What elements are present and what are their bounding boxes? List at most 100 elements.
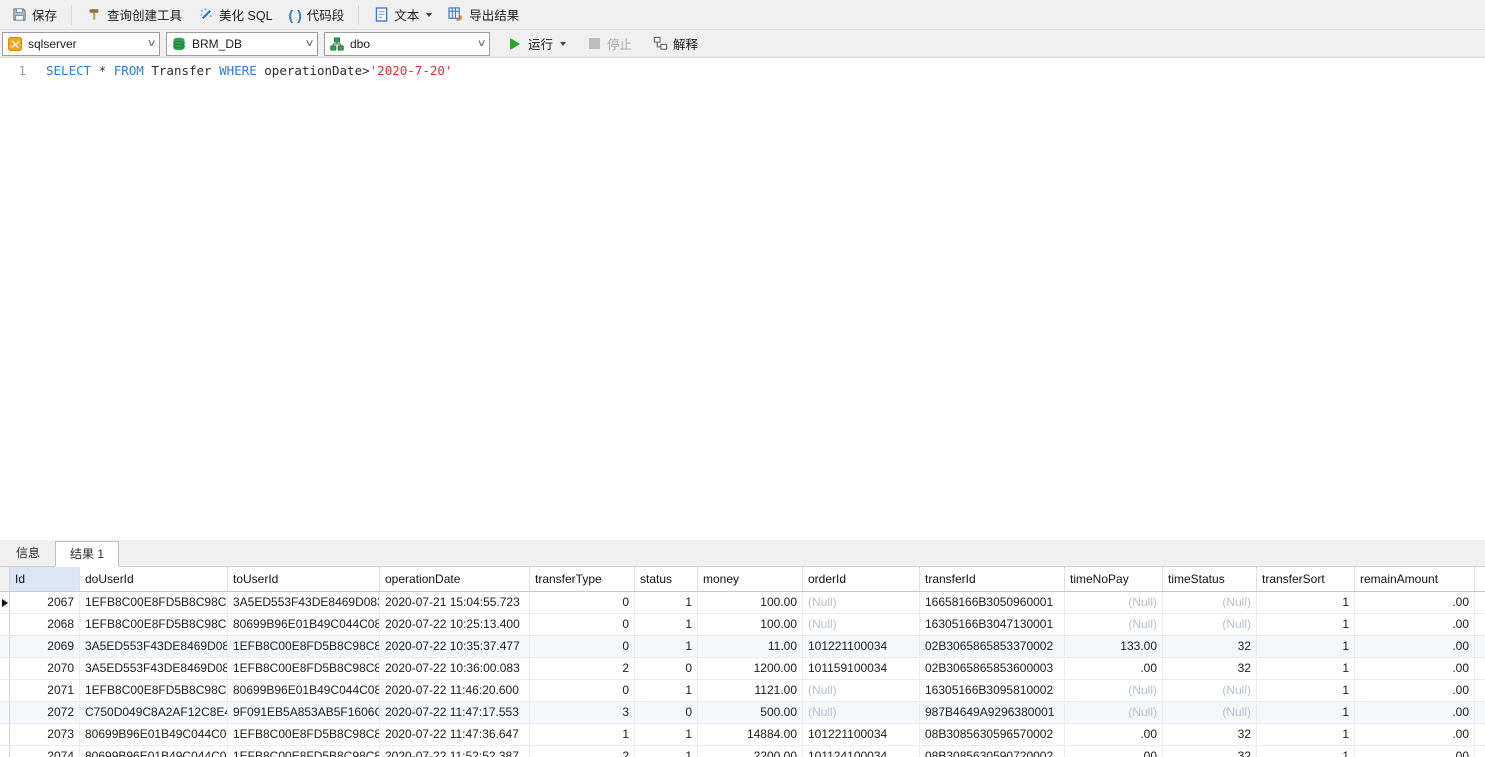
row-gutter[interactable] (0, 746, 10, 757)
table-cell[interactable]: (Null) (1065, 592, 1163, 613)
table-cell[interactable]: 1 (1257, 724, 1355, 745)
table-cell[interactable]: 3A5ED553F43DE8469D083 (228, 592, 380, 613)
explain-button[interactable]: 解释 (645, 31, 705, 56)
table-cell[interactable]: 0 (530, 636, 635, 657)
table-cell[interactable]: 1 (1257, 614, 1355, 635)
column-header-transferId[interactable]: transferId (920, 567, 1065, 591)
code-snippet-button[interactable]: ( ) 代码段 (282, 2, 352, 27)
table-cell[interactable]: 0 (635, 702, 698, 723)
row-gutter[interactable] (0, 702, 10, 723)
table-cell[interactable]: 100.00 (698, 614, 803, 635)
tab-message[interactable]: 信息 (2, 542, 54, 566)
table-cell[interactable]: 101221100034 (803, 724, 920, 745)
table-cell[interactable]: 80699B96E01B49C044C08 (228, 680, 380, 701)
table-cell[interactable]: 80699B96E01B49C044C08 (80, 724, 228, 745)
table-cell[interactable]: 2074 (10, 746, 80, 757)
save-button[interactable]: 保存 (4, 2, 64, 27)
table-cell[interactable]: 1EFB8C00E8FD5B8C98C83 (228, 658, 380, 679)
table-cell[interactable]: 1 (530, 724, 635, 745)
table-cell[interactable]: 101124100034 (803, 746, 920, 757)
row-gutter[interactable] (0, 636, 10, 657)
column-header-remainAmount[interactable]: remainAmount (1355, 567, 1475, 591)
table-cell[interactable]: 2020-07-22 11:47:17.553 (380, 702, 530, 723)
table-cell[interactable]: 2200.00 (698, 746, 803, 757)
table-cell[interactable]: 0 (530, 592, 635, 613)
table-cell[interactable]: 2 (530, 658, 635, 679)
column-header-money[interactable]: money (698, 567, 803, 591)
table-cell[interactable]: 32 (1163, 746, 1257, 757)
column-header-transferSort[interactable]: transferSort (1257, 567, 1355, 591)
table-cell[interactable]: (Null) (803, 592, 920, 613)
table-cell[interactable]: (Null) (803, 614, 920, 635)
column-header-operationDate[interactable]: operationDate (380, 567, 530, 591)
table-cell[interactable]: (Null) (1163, 680, 1257, 701)
table-cell[interactable]: 500.00 (698, 702, 803, 723)
table-cell[interactable]: .00 (1355, 592, 1475, 613)
table-cell[interactable]: 2072 (10, 702, 80, 723)
table-cell[interactable]: 0 (530, 614, 635, 635)
table-cell[interactable]: .00 (1355, 614, 1475, 635)
run-button[interactable]: 运行 (500, 31, 573, 56)
table-cell[interactable]: 1 (635, 746, 698, 757)
beautify-sql-button[interactable]: 美化 SQL (191, 2, 280, 27)
column-header-Id[interactable]: Id (10, 567, 80, 591)
table-cell[interactable]: .00 (1355, 702, 1475, 723)
row-gutter[interactable] (0, 680, 10, 701)
table-cell[interactable]: 2020-07-22 10:36:00.083 (380, 658, 530, 679)
database-select[interactable]: BRM_DB ∨ (166, 31, 318, 56)
table-cell[interactable]: 2020-07-21 15:04:55.723 (380, 592, 530, 613)
table-cell[interactable]: 1EFB8C00E8FD5B8C98C83 (228, 746, 380, 757)
table-cell[interactable]: .00 (1065, 746, 1163, 757)
table-cell[interactable]: 987B4649A9296380001 (920, 702, 1065, 723)
table-cell[interactable]: .00 (1065, 658, 1163, 679)
row-gutter[interactable] (0, 658, 10, 679)
table-cell[interactable]: 16305166B3047130001 (920, 614, 1065, 635)
table-cell[interactable]: 02B3065865853370002 (920, 636, 1065, 657)
table-cell[interactable]: 08B3085630590720002 (920, 746, 1065, 757)
table-cell[interactable]: (Null) (1065, 702, 1163, 723)
table-cell[interactable]: 80699B96E01B49C044C08 (228, 614, 380, 635)
table-cell[interactable]: 1EFB8C00E8FD5B8C98C83 (228, 636, 380, 657)
table-cell[interactable]: 14884.00 (698, 724, 803, 745)
column-header-toUserId[interactable]: toUserId (228, 567, 380, 591)
table-cell[interactable]: (Null) (1065, 680, 1163, 701)
tab-result[interactable]: 结果 1 (55, 541, 120, 567)
table-cell[interactable]: 1 (1257, 746, 1355, 757)
table-cell[interactable]: 3A5ED553F43DE8469D083 (80, 658, 228, 679)
column-header-timeStatus[interactable]: timeStatus (1163, 567, 1257, 591)
table-cell[interactable]: 2 (530, 746, 635, 757)
table-cell[interactable]: (Null) (1163, 614, 1257, 635)
table-cell[interactable]: 1 (635, 636, 698, 657)
table-cell[interactable]: 100.00 (698, 592, 803, 613)
table-cell[interactable]: 11.00 (698, 636, 803, 657)
table-cell[interactable]: 2020-07-22 10:25:13.400 (380, 614, 530, 635)
table-cell[interactable]: 2020-07-22 11:46:20.600 (380, 680, 530, 701)
table-cell[interactable]: 1 (635, 614, 698, 635)
table-cell[interactable]: 2067 (10, 592, 80, 613)
table-cell[interactable]: 2069 (10, 636, 80, 657)
table-cell[interactable]: 1EFB8C00E8FD5B8C98C83 (80, 592, 228, 613)
export-result-button[interactable]: 导出结果 (441, 2, 526, 27)
table-cell[interactable]: (Null) (1163, 702, 1257, 723)
table-cell[interactable]: (Null) (803, 702, 920, 723)
table-cell[interactable]: 1 (1257, 680, 1355, 701)
table-cell[interactable]: 2068 (10, 614, 80, 635)
sql-editor[interactable]: 1 SELECT * FROM Transfer WHERE operation… (0, 58, 1485, 540)
table-cell[interactable]: 1 (635, 724, 698, 745)
table-cell[interactable]: 2073 (10, 724, 80, 745)
row-gutter[interactable] (0, 724, 10, 745)
table-cell[interactable]: 0 (530, 680, 635, 701)
table-cell[interactable]: 101159100034 (803, 658, 920, 679)
table-cell[interactable]: 101221100034 (803, 636, 920, 657)
table-cell[interactable]: 1EFB8C00E8FD5B8C98C83 (80, 614, 228, 635)
table-cell[interactable]: 2020-07-22 11:47:36.647 (380, 724, 530, 745)
table-cell[interactable]: 02B3065865853600003 (920, 658, 1065, 679)
table-cell[interactable]: 1200.00 (698, 658, 803, 679)
table-cell[interactable]: 1 (1257, 636, 1355, 657)
row-gutter[interactable] (0, 592, 10, 613)
table-cell[interactable]: 2020-07-22 10:35:37.477 (380, 636, 530, 657)
table-cell[interactable]: 1 (1257, 592, 1355, 613)
column-header-status[interactable]: status (635, 567, 698, 591)
table-cell[interactable]: 1121.00 (698, 680, 803, 701)
table-cell[interactable]: 3 (530, 702, 635, 723)
